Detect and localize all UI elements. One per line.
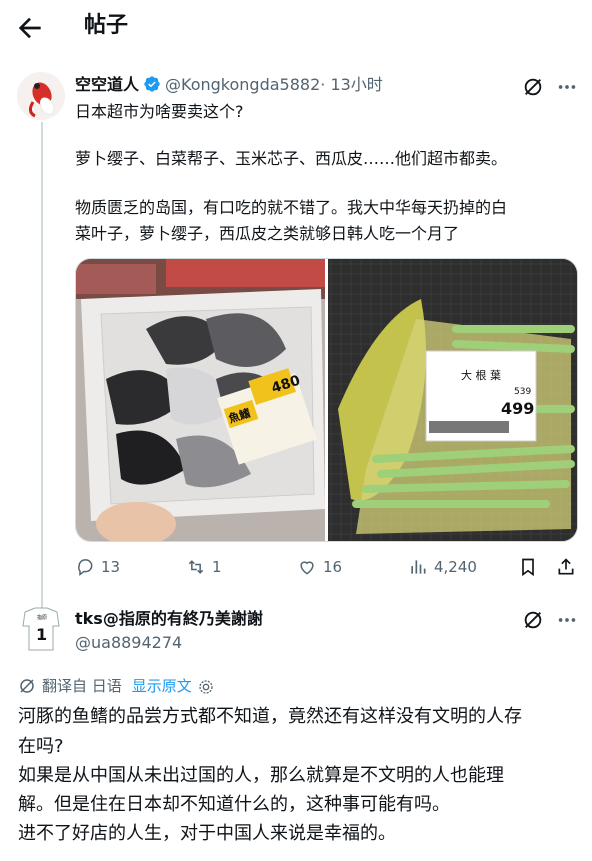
like-count: 16: [323, 558, 343, 576]
show-original-link[interactable]: 显示原文: [132, 674, 192, 698]
post-media[interactable]: 480 魚鰭 大 根 葉 539 499: [75, 258, 578, 542]
jersey-number: 1: [36, 625, 47, 644]
reply-text-line: 如果是从中国从未出过国的人，那么就算是不文明的人也能理: [18, 765, 504, 786]
post-text-line: 物质匮乏的岛国，有口吃的就不错了。我大中华每天扔掉的白: [75, 198, 508, 217]
reply-handle[interactable]: @ua8894274: [75, 632, 182, 654]
views-count: 4,240: [434, 558, 477, 576]
top-bar: 帖子: [0, 0, 592, 56]
like-icon: [300, 561, 314, 575]
grok-icon[interactable]: [522, 609, 544, 631]
post-header: 空空道人 @Kongkongda5882· 13小时: [75, 74, 383, 96]
media-photos[interactable]: 480 魚鰭 大 根 葉 539 499: [76, 259, 577, 541]
like-button[interactable]: 16: [297, 552, 342, 582]
thread-connector: [41, 122, 43, 610]
reply-text-line: 进不了好店的人生，对于中国人来说是幸福的。: [18, 823, 396, 844]
right-price: 499: [501, 399, 534, 418]
grok-icon[interactable]: [522, 76, 544, 98]
reply-count: 13: [101, 558, 121, 576]
reply-display-name[interactable]: tks@指原的有終乃美謝謝: [75, 608, 263, 630]
reply-avatar[interactable]: 指原 1: [17, 604, 65, 652]
translation-row: 翻译自 日语 显示原文: [18, 674, 214, 698]
jersey-text: 指原: [37, 614, 47, 621]
reply-button[interactable]: 13: [75, 552, 120, 582]
action-bar: 13 1 16 4,240: [75, 552, 576, 582]
post-text-line: 菜叶子，萝卜缨子，西瓜皮之类就够日韩人吃一个月了: [75, 224, 460, 243]
right-price-small: 539: [514, 387, 531, 397]
views-icon: [411, 560, 426, 574]
avatar[interactable]: [17, 72, 65, 120]
post-time[interactable]: · 13小时: [320, 75, 383, 94]
back-arrow-icon[interactable]: [14, 12, 46, 44]
views-button[interactable]: 4,240: [408, 552, 477, 582]
reply-text-line: 在吗?: [18, 736, 64, 757]
verified-badge-icon: [143, 75, 161, 93]
translate-label: 翻译自 日语: [42, 677, 122, 695]
share-icon: [558, 558, 574, 575]
post-text-line: 日本超市为啥要卖这个?: [75, 102, 244, 121]
reply-icon: [78, 559, 93, 577]
display-name[interactable]: 空空道人: [75, 75, 139, 94]
repost-button[interactable]: 1: [186, 552, 222, 582]
bookmark-icon: [522, 558, 534, 577]
repost-icon: [188, 560, 204, 574]
share-button[interactable]: [556, 552, 582, 582]
right-item-name: 大 根 葉: [461, 368, 501, 382]
more-icon[interactable]: [556, 76, 578, 98]
post-text-line: 萝卜缨子、白菜帮子、玉米芯子、西瓜皮……他们超市都卖。: [75, 149, 508, 168]
handle[interactable]: @Kongkongda5882: [165, 75, 320, 94]
settings-icon[interactable]: [198, 678, 214, 694]
more-icon[interactable]: [556, 609, 578, 631]
bookmark-button[interactable]: [518, 552, 544, 582]
repost-count: 1: [212, 558, 222, 576]
page-title: 帖子: [84, 13, 129, 38]
translate-icon: [18, 677, 36, 695]
reply-text-line: 解。但是住在日本却不知道什么的，这种事可能有吗。: [18, 794, 450, 815]
reply-text-line: 河豚的鱼鳍的品尝方式都不知道，竟然还有这样没有文明的人存: [18, 706, 522, 727]
